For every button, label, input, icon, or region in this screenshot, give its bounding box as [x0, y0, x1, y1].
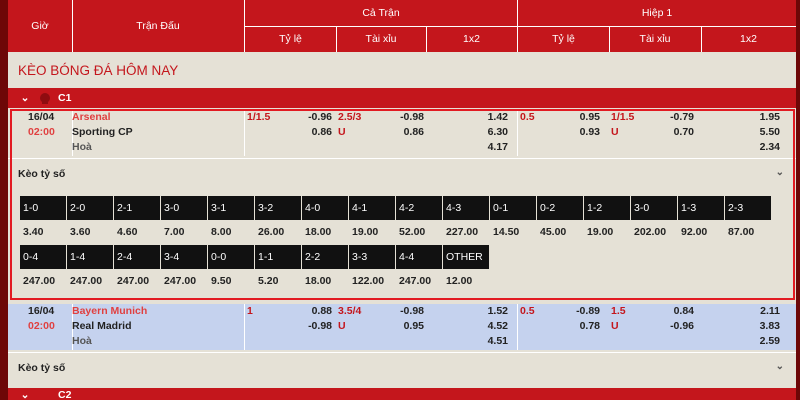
- h1-ou-line: 1.5: [611, 305, 626, 317]
- h1-handicap-line: 0.5: [520, 305, 535, 317]
- match-row-bayern[interactable]: 16/04 02:00 Bayern Munich Real Madrid Ho…: [8, 304, 796, 350]
- league-header-c1[interactable]: ⌄ C1: [8, 88, 796, 108]
- ft-draw-odds[interactable]: 4.51: [488, 334, 508, 349]
- page-title: KÈO BÓNG ĐÁ HÔM NAY: [8, 52, 796, 88]
- chevron-down-icon[interactable]: ⌄: [18, 389, 32, 400]
- table-header: Giờ Trận Đấu Cả Trận Hiệp 1 Tỷ lệ Tài xỉ…: [8, 0, 796, 52]
- col-ft-over-under: Tài xỉu: [365, 33, 397, 45]
- ft-ou-line: 3.5/4: [338, 305, 362, 317]
- odds-board: Giờ Trận Đấu Cả Trận Hiệp 1 Tỷ lệ Tài xỉ…: [8, 0, 796, 400]
- col-ft-handicap: Tỷ lệ: [279, 33, 302, 45]
- h1-ou-under-label: U: [611, 320, 619, 332]
- h1-draw-odds[interactable]: 2.59: [760, 334, 780, 349]
- league-header-c2[interactable]: ⌄ C2: [8, 388, 796, 400]
- col-match: Trận Đấu: [136, 20, 180, 32]
- ft-handicap-line: 1: [247, 305, 253, 317]
- home-team: Bayern Munich: [72, 305, 148, 317]
- ft-ou-over-odds[interactable]: -0.98: [400, 304, 424, 319]
- col-ft-1x2: 1x2: [463, 33, 480, 45]
- col-h1-1x2: 1x2: [740, 33, 757, 45]
- col-full-time: Cả Trận: [362, 7, 400, 19]
- correct-score-label: Kèo tỷ số: [18, 361, 66, 374]
- h1-ou-under-odds[interactable]: -0.96: [670, 319, 694, 334]
- ft-handicap-home-odds[interactable]: 0.88: [312, 304, 332, 319]
- away-team: Real Madrid: [72, 320, 132, 332]
- league-name: C1: [58, 92, 72, 104]
- h1-handicap-home-odds[interactable]: -0.89: [576, 304, 600, 319]
- ft-handicap-away-odds[interactable]: -0.98: [308, 319, 332, 334]
- col-h1-handicap: Tỷ lệ: [552, 33, 575, 45]
- ft-away-win-odds[interactable]: 4.52: [488, 319, 508, 334]
- expanded-match-highlight: [10, 109, 795, 300]
- col-time: Giờ: [31, 20, 49, 32]
- h1-ou-over-odds[interactable]: 0.84: [674, 304, 694, 319]
- h1-handicap-away-odds[interactable]: 0.78: [580, 319, 600, 334]
- correct-score-toggle[interactable]: Kèo tỷ số ⌄: [8, 352, 796, 382]
- chevron-down-icon[interactable]: ⌄: [776, 361, 784, 372]
- h1-home-win-odds[interactable]: 2.11: [760, 304, 780, 319]
- ft-home-win-odds[interactable]: 1.52: [488, 304, 508, 319]
- h1-away-win-odds[interactable]: 3.83: [760, 319, 780, 334]
- col-h1-over-under: Tài xỉu: [639, 33, 671, 45]
- league-name: C2: [58, 389, 72, 400]
- draw-label: Hoà: [72, 335, 92, 347]
- user-icon: [40, 93, 50, 104]
- match-date: 16/04: [28, 305, 55, 317]
- chevron-down-icon[interactable]: ⌄: [18, 92, 32, 104]
- match-time: 02:00: [28, 320, 55, 332]
- ft-ou-under-label: U: [338, 320, 346, 332]
- col-first-half: Hiệp 1: [641, 7, 673, 19]
- ft-ou-under-odds[interactable]: 0.95: [404, 319, 424, 334]
